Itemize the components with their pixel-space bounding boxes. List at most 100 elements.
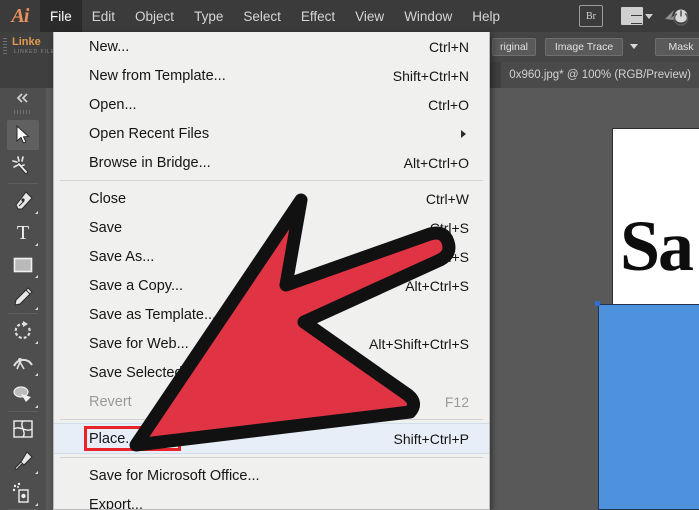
shape-builder-icon (13, 386, 31, 402)
menu-view-label: View (355, 8, 385, 24)
tool-flyout-indicator[interactable] (35, 211, 38, 214)
tool-flyout-indicator[interactable] (35, 275, 38, 278)
mask-button[interactable]: Mask (655, 38, 699, 56)
file-menu-dropdown[interactable]: New... Ctrl+N New from Template... Shift… (53, 32, 490, 510)
width-tool[interactable] (7, 348, 39, 378)
menu-item-label: Save Selected Slices... (89, 364, 238, 381)
menu-item-shortcut: Ctrl+O (428, 96, 469, 113)
pencil-tool[interactable] (7, 282, 39, 312)
tool-flyout-indicator[interactable] (35, 405, 38, 408)
bridge-button[interactable]: Br (579, 5, 603, 27)
menu-bar: Ai File Edit Object Type Select Effect V… (0, 0, 699, 32)
mesh-tool[interactable] (7, 414, 39, 444)
workspace-switcher-button[interactable] (621, 7, 653, 25)
type-tool[interactable]: T (7, 218, 39, 248)
menu-item-shortcut: Ctrl+N (428, 38, 469, 55)
eyedropper-icon (14, 451, 33, 471)
menu-select[interactable]: Select (233, 0, 291, 32)
linked-file-sublabel: LINKED FILE (14, 49, 54, 55)
menu-help[interactable]: Help (462, 0, 510, 32)
menu-item-browse-in-bridge[interactable]: Browse in Bridge... Alt+Ctrl+O (54, 148, 489, 177)
menu-effect[interactable]: Effect (291, 0, 345, 32)
tools-panel: T (0, 88, 47, 510)
menu-item-shortcut: Ctrl+S (429, 219, 469, 236)
tool-flyout-indicator[interactable] (35, 341, 38, 344)
app-logo: Ai (11, 4, 30, 27)
creative-cloud-sync-icon[interactable] (663, 6, 689, 26)
menu-item-save[interactable]: Save Ctrl+S (54, 213, 489, 242)
rectangle-tool[interactable] (7, 250, 39, 280)
shape-builder-tool[interactable] (7, 380, 39, 410)
menu-item-label: Open... (89, 96, 137, 113)
menu-object[interactable]: Object (125, 0, 184, 32)
menu-item-export[interactable]: Export... (54, 490, 489, 510)
menu-item-new[interactable]: New... Ctrl+N (54, 32, 489, 61)
tool-flyout-indicator[interactable] (35, 503, 38, 506)
menu-item-open-recent-files[interactable]: Open Recent Files (54, 119, 489, 148)
menu-item-revert: Revert F12 (54, 387, 489, 416)
menu-item-close[interactable]: Close Ctrl+W (54, 184, 489, 213)
rotate-tool[interactable] (7, 316, 39, 346)
menu-item-label: Export... (89, 496, 143, 510)
linked-file-label: Linke (12, 36, 41, 48)
menu-item-shortcut: Alt+Shift+Ctrl+S (369, 335, 469, 352)
artboard-text[interactable]: Sa (620, 210, 694, 282)
selection-anchor[interactable] (595, 301, 600, 306)
panel-gripper[interactable] (3, 38, 7, 56)
chevron-down-icon (645, 13, 653, 19)
menu-item-label: Save for Microsoft Office... (89, 467, 260, 484)
menu-edit-label: Edit (91, 8, 116, 24)
menu-item-save-as-template[interactable]: Save as Template... (54, 300, 489, 329)
collapse-panel-button[interactable] (0, 88, 46, 108)
blue-rectangle-shape[interactable] (598, 304, 699, 510)
tool-flyout-indicator[interactable] (35, 373, 38, 376)
pencil-icon (14, 287, 33, 306)
tool-flyout-indicator[interactable] (35, 307, 38, 310)
menu-window[interactable]: Window (394, 0, 462, 32)
chevron-down-icon[interactable] (630, 44, 638, 49)
menu-edit[interactable]: Edit (82, 0, 125, 32)
magic-wand-tool[interactable] (7, 152, 39, 182)
menu-item-shortcut: Shift+Ctrl+S (393, 248, 469, 265)
linked-file-panel[interactable]: Linke LINKED FILE (0, 32, 54, 62)
menu-file[interactable]: File (40, 0, 82, 32)
symbol-sprayer-tool[interactable] (7, 478, 39, 508)
menu-help-label: Help (472, 8, 500, 24)
menu-item-save-for-microsoft-office[interactable]: Save for Microsoft Office... (54, 461, 489, 490)
menu-item-label: Place... (89, 430, 138, 447)
rectangle-icon (13, 257, 33, 273)
menu-item-label: Save for Web... (89, 335, 189, 352)
rotate-icon (14, 321, 31, 340)
tool-flyout-indicator[interactable] (35, 243, 38, 246)
mesh-grid-icon (13, 420, 33, 438)
illustrator-window: Ai File Edit Object Type Select Effect V… (0, 0, 699, 510)
tool-separator (8, 313, 38, 314)
menu-item-save-a-copy[interactable]: Save a Copy... Alt+Ctrl+S (54, 271, 489, 300)
image-trace-button[interactable]: Image Trace (545, 38, 623, 56)
document-tab[interactable]: 0x960.jpg* @ 100% (RGB/Preview) (501, 62, 699, 88)
menu-item-place[interactable]: Place... Shift+Ctrl+P (54, 423, 489, 454)
menu-view[interactable]: View (345, 0, 394, 32)
menu-item-new-from-template[interactable]: New from Template... Shift+Ctrl+N (54, 61, 489, 90)
selection-tool[interactable] (7, 120, 39, 150)
tool-separator (8, 411, 38, 412)
pen-tool[interactable] (7, 186, 39, 216)
tools-panel-grip[interactable] (14, 110, 32, 114)
menu-item-save-for-web[interactable]: Save for Web... Alt+Shift+Ctrl+S (54, 329, 489, 358)
magic-wand-icon (12, 156, 29, 175)
menu-item-save-as[interactable]: Save As... Shift+Ctrl+S (54, 242, 489, 271)
menu-item-label: Browse in Bridge... (89, 154, 211, 171)
symbol-sprayer-icon (12, 482, 29, 503)
edit-original-button[interactable]: riginal (492, 38, 536, 56)
eyedropper-tool[interactable] (7, 446, 39, 476)
menu-item-label: Close (89, 190, 127, 207)
menu-separator (60, 457, 483, 458)
pen-nib-icon (15, 191, 33, 210)
menu-type[interactable]: Type (184, 0, 233, 32)
menu-item-open[interactable]: Open... Ctrl+O (54, 90, 489, 119)
tool-flyout-indicator[interactable] (35, 471, 38, 474)
menu-window-label: Window (404, 8, 453, 24)
menu-item-save-selected-slices[interactable]: Save Selected Slices... (54, 358, 489, 387)
menu-type-label: Type (194, 8, 224, 24)
menu-item-label: Save (89, 219, 123, 236)
